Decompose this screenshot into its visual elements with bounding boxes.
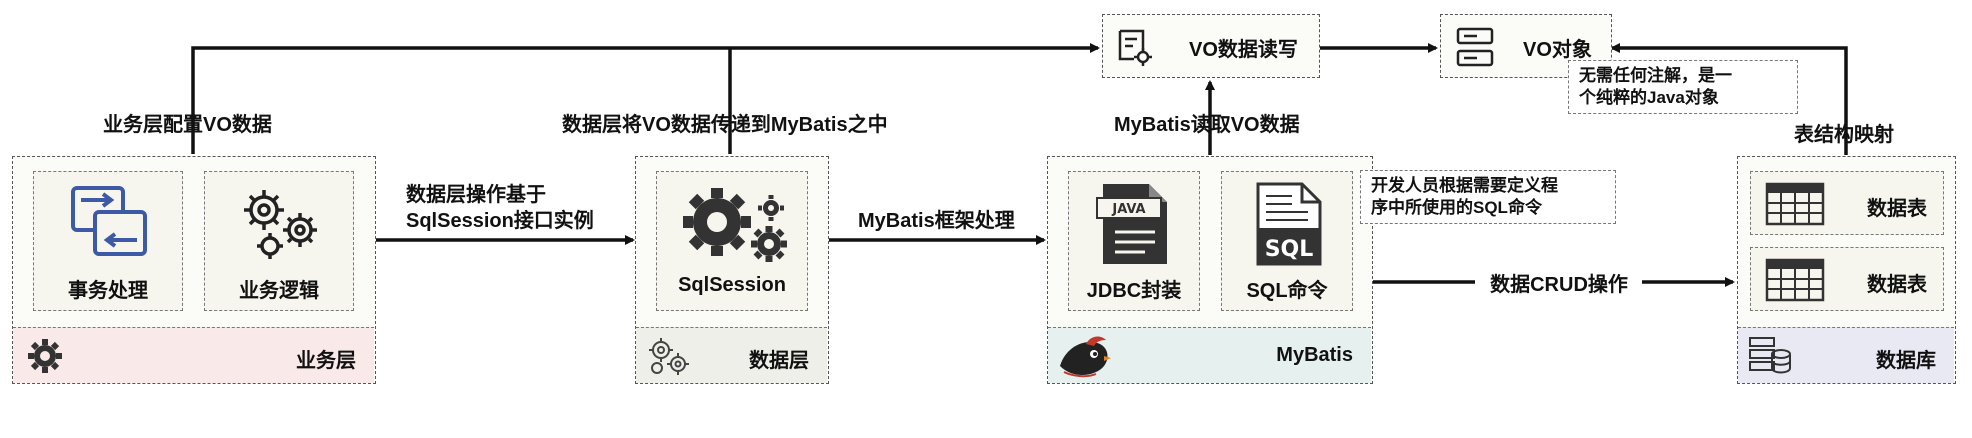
java-tag: JAVA [1111,202,1145,217]
server-icon [1456,27,1494,67]
table-label-1: 数据表 [1867,198,1927,220]
framework-label: MyBatis框架处理 [858,210,1015,232]
sql-label: SQL命令 [1246,280,1328,302]
table-label-2: 数据表 [1867,274,1927,296]
table-icon [1765,258,1825,302]
sql-file-icon: SQL [1256,182,1322,266]
database-icon [1749,337,1791,374]
sql-tag: SQL [1265,237,1314,262]
transaction-card: 事务处理 [33,171,183,311]
transaction-label: 事务处理 [68,280,148,302]
vo-note-line2: 个纯粹的Java对象 [1579,88,1719,107]
table-mapping-label: 表结构映射 [1794,124,1894,146]
table-card-1: 数据表 [1750,171,1944,235]
jdbc-label: JDBC封装 [1086,280,1182,302]
database-panel: 数据表 数据表 数据库 [1737,156,1956,384]
data-layer-footer: 数据层 [636,327,827,383]
document-gear-icon [1118,29,1152,66]
data-op-label: 数据层操作基于 SqlSession接口实例 [406,182,594,234]
business-logic-label: 业务逻辑 [239,280,319,302]
business-config-label: 业务层配置VO数据 [103,114,272,136]
sql-card: SQL SQL命令 [1221,171,1353,311]
sql-note-line2: 序中所使用的SQL命令 [1371,198,1542,217]
data-transfer-label: 数据层将VO数据传递到MyBatis之中 [562,114,888,136]
data-layer-panel: SqlSession 数据层 [635,156,829,384]
sqlsession-label: SqlSession [678,274,786,296]
mybatis-read-label: MyBatis读取VO数据 [1114,114,1300,136]
vo-rw-title: VO数据读写 [1189,39,1298,61]
vo-note-line1: 无需任何注解，是一 [1579,66,1732,85]
business-layer-panel: 事务处理 业务逻辑 业务层 [12,156,376,384]
business-layer-title: 业务层 [296,350,356,372]
crud-label: 数据CRUD操作 [1476,268,1642,296]
vo-note: 无需任何注解，是一 个纯粹的Java对象 [1568,60,1798,114]
gears-icon [244,190,317,259]
transaction-icon [71,186,147,256]
data-layer-title: 数据层 [749,350,809,372]
mybatis-title: MyBatis [1276,344,1353,366]
business-logic-card: 业务逻辑 [204,171,354,311]
sql-note: 开发人员根据需要定义程 序中所使用的SQL命令 [1360,170,1616,224]
sql-note-line1: 开发人员根据需要定义程 [1371,176,1558,195]
vo-object-title: VO对象 [1523,39,1592,61]
table-icon [1765,182,1825,226]
java-file-icon: JAVA [1096,184,1167,264]
jdbc-card: JAVA JDBC封装 [1068,171,1200,311]
mybatis-panel: JAVA JDBC封装 SQL SQL命令 MyBatis [1047,156,1373,384]
database-footer: 数据库 [1738,327,1954,383]
gear-icon [28,339,62,373]
database-title: 数据库 [1876,350,1936,372]
business-layer-footer: 业务层 [13,327,374,383]
mybatis-bird-logo [1060,336,1111,378]
data-op-line2: SqlSession接口实例 [406,210,594,232]
vo-rw-box: VO数据读写 [1102,14,1320,78]
data-op-line1: 数据层操作基于 [406,184,546,206]
mybatis-footer: MyBatis [1048,327,1371,383]
sqlsession-gears-icon [683,188,787,262]
gears-outline-icon [649,338,689,375]
sqlsession-card: SqlSession [656,171,808,311]
table-card-2: 数据表 [1750,247,1944,311]
